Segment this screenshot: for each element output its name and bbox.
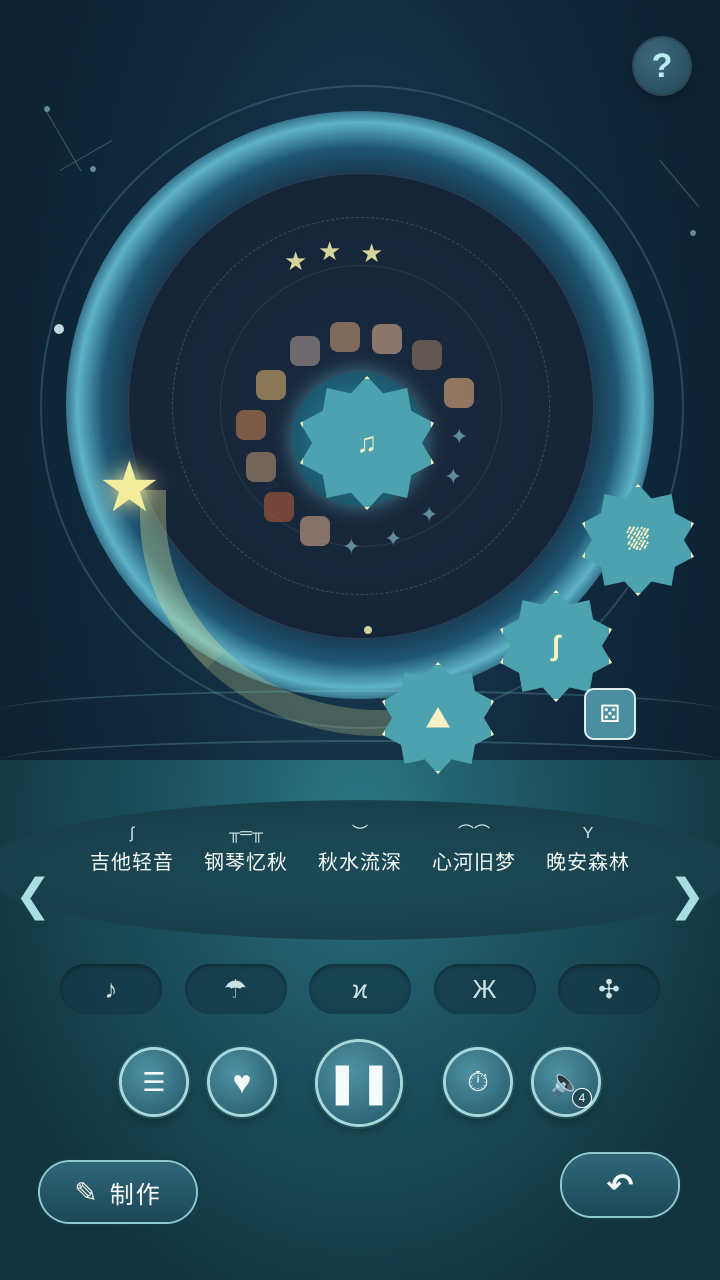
wand-icon: ✎ <box>74 1176 98 1208</box>
record-marker-dot <box>54 324 64 334</box>
track-item[interactable]: ⌒⌒ 心河旧梦 <box>422 822 526 882</box>
volume-count-badge: 4 <box>572 1088 592 1108</box>
animal-figure-icon <box>412 340 442 370</box>
back-button[interactable]: ↶ <box>562 1154 678 1216</box>
category-butterfly-button[interactable]: Ж <box>433 964 536 1014</box>
prev-arrow-button[interactable]: ❮ <box>15 860 52 930</box>
playlist-heart-icon: ☰ <box>142 1066 166 1097</box>
empty-slot-star-icon: ✦ <box>444 464 463 489</box>
rating-star-icon: ★ <box>284 246 308 276</box>
animal-figure-icon <box>330 322 360 352</box>
track-name: 吉他轻音 <box>90 852 174 874</box>
empty-slot-star-icon: ✦ <box>420 502 439 527</box>
wave-line <box>0 740 720 782</box>
butterfly-icon: Ж <box>472 973 497 1004</box>
make-button-label: 制作 <box>109 1181 162 1209</box>
make-button[interactable]: ✎ 制作 <box>40 1162 196 1222</box>
rating-star-icon: ★ <box>318 236 342 266</box>
track-item[interactable]: ╥═╥ 钢琴忆秋 <box>194 822 298 882</box>
heart-icon: ♥ <box>232 1063 252 1100</box>
rain-icon: ☂ <box>223 973 248 1004</box>
music-note-icon: ♪ <box>104 973 118 1004</box>
category-row: ♪ ☂ ϰ Ж ✣ <box>60 964 660 1014</box>
track-item[interactable]: ︶ 秋水流深 <box>308 822 412 882</box>
rating-star-icon: ★ <box>360 238 384 268</box>
track-name: 钢琴忆秋 <box>204 852 288 874</box>
water-icon: ︶ <box>351 825 368 842</box>
star-dot <box>90 166 96 172</box>
track-name: 晚安森林 <box>546 852 630 874</box>
badge-music-icon: ♫ <box>356 427 378 458</box>
season-icon: ⛆ <box>626 523 650 555</box>
next-arrow-button[interactable]: ❯ <box>669 860 706 930</box>
dice-button[interactable]: ⚄ <box>584 688 636 740</box>
track-name: 心河旧梦 <box>432 852 516 874</box>
pause-icon: ❚❚ <box>325 1061 393 1105</box>
track-item[interactable]: ʃ 吉他轻音 <box>80 822 184 882</box>
category-grass-button[interactable]: ϰ <box>309 964 411 1014</box>
help-label: ? <box>651 46 673 85</box>
chevron-right-icon: ❯ <box>668 870 706 920</box>
constellation-line <box>659 160 699 207</box>
animal-figure-icon <box>246 452 276 482</box>
dice-icon: ⚄ <box>599 700 621 728</box>
favorite-button[interactable]: ♥ <box>210 1050 274 1114</box>
category-music-button[interactable]: ♪ <box>60 964 162 1014</box>
constellation-line <box>59 140 113 171</box>
category-rain-button[interactable]: ☂ <box>184 964 287 1014</box>
timer-button[interactable]: ⏱ <box>446 1050 510 1114</box>
piano-icon: ╥═╥ <box>228 825 263 842</box>
empty-slot-star-icon: ✦ <box>450 424 469 449</box>
track-list: ʃ 吉他轻音 ╥═╥ 钢琴忆秋 ︶ 秋水流深 ⌒⌒ 心河旧梦 Y 晚安森林 <box>80 822 640 882</box>
star-dot <box>690 230 696 236</box>
animal-figure-icon <box>256 370 286 400</box>
animal-figure-icon <box>290 336 320 366</box>
track-item[interactable]: Y 晚安森林 <box>536 822 640 882</box>
undo-arrow-icon: ↶ <box>606 1167 634 1203</box>
grass-icon: ϰ <box>352 973 368 1004</box>
help-button[interactable]: ? <box>634 38 690 94</box>
guitar-icon: ʃ <box>130 825 134 842</box>
pause-button[interactable]: ❚❚ <box>318 1042 400 1124</box>
playlist-favorite-button[interactable]: ☰ <box>122 1050 186 1114</box>
category-pinwheel-button[interactable]: ✣ <box>558 964 660 1014</box>
pinwheel-icon: ✣ <box>598 973 620 1004</box>
river-icon: ∫ <box>552 630 560 661</box>
track-name: 秋水流深 <box>318 852 402 874</box>
volume-button[interactable]: 🔈 4 <box>534 1050 598 1114</box>
constellation-line <box>45 110 82 172</box>
shooting-star-icon: ★ <box>98 448 161 526</box>
chevron-left-icon: ❮ <box>14 870 52 920</box>
forest-icon: ⛰ <box>426 701 450 733</box>
animal-figure-icon <box>236 410 266 440</box>
animal-figure-icon <box>372 324 402 354</box>
bridge-icon: ⌒⌒ <box>457 825 490 842</box>
animal-figure-icon <box>444 378 474 408</box>
star-dot <box>44 106 50 112</box>
tree-icon: Y <box>582 825 594 842</box>
timer-icon: ⏱ <box>467 1065 489 1097</box>
